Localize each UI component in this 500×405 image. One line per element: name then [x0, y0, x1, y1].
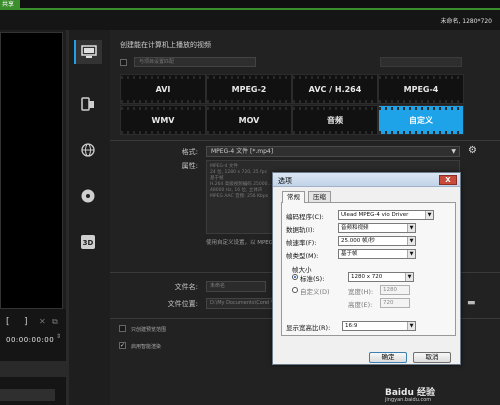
format-label: 格式: — [181, 148, 198, 156]
timecode[interactable]: 00:00:00:00 — [6, 336, 54, 344]
aspect-ratio-select[interactable]: 16:9 ▼ — [342, 321, 416, 331]
watermark-url: jingyan.baidu.com — [385, 397, 432, 403]
encoder-label: 编码程序(C): — [286, 213, 324, 221]
frame-type-select[interactable]: 基于帧 ▼ — [338, 249, 416, 259]
filename-input[interactable]: 未命名 — [206, 281, 266, 292]
tab-general[interactable]: 常规 — [282, 191, 305, 203]
chevron-down-icon: ▼ — [407, 322, 415, 330]
copy-icon[interactable]: ⧉ — [52, 317, 58, 327]
aspect-ratio-value: 16:9 — [345, 323, 358, 329]
project-info: 未命名, 1280*720 — [440, 18, 492, 25]
chevron-down-icon: ▼ — [407, 250, 415, 258]
width-input[interactable]: 1280 — [380, 285, 410, 295]
data-track-label: 数据轨(I): — [286, 226, 315, 234]
frame-type-label: 帧类型(M): — [286, 252, 319, 260]
smart-render-checkbox[interactable]: ✓ — [119, 342, 126, 349]
gear-icon[interactable]: ⚙ — [468, 145, 477, 156]
tab-compression[interactable]: 压缩 — [308, 191, 331, 202]
preview-window — [0, 32, 63, 309]
format-button-selected[interactable]: 自定义 — [378, 105, 464, 135]
chevron-down-icon: ▼ — [407, 224, 415, 232]
chevron-down-icon: ▼ — [405, 273, 413, 281]
cancel-button[interactable]: 取消 — [413, 352, 451, 363]
format-value: MPEG-4 文件 [*.mp4] — [211, 148, 274, 155]
format-button[interactable]: AVC / H.264 — [292, 74, 378, 104]
properties-label: 属性: — [181, 162, 198, 170]
match-checkbox[interactable] — [120, 59, 127, 66]
location-label: 文件位置: — [167, 300, 198, 308]
playback-controls: [ ] ✕ ⧉ 00:00:00:00 ⇕ — [0, 309, 68, 405]
frame-rate-value: 25.000 帧/秒 — [341, 238, 375, 244]
format-button[interactable]: MOV — [206, 105, 292, 135]
app-window: 共享 未命名, 1280*720 [ ] ✕ ⧉ 00:00:00:00 ⇕ 3… — [0, 0, 500, 405]
share-tab[interactable]: 共享 — [0, 0, 20, 10]
match-project-combo[interactable]: 与项目设置匹配 — [134, 57, 256, 67]
custom-settings-note: 使用自定义设置，以 MPEG — [206, 240, 274, 246]
format-button[interactable]: MPEG-2 — [206, 74, 292, 104]
output-type-column: 3D — [70, 36, 106, 276]
filename-label: 文件名: — [174, 283, 198, 291]
frame-rate-label: 帧速率(F): — [286, 239, 317, 247]
options-dialog: 选项 X 常规 压缩 编码程序(C): Ulead MPEG-4 vio Dri… — [272, 172, 461, 365]
ok-button[interactable]: 确定 — [369, 352, 407, 363]
aspect-ratio-label: 显示宽高比(R): — [286, 324, 331, 332]
standard-radio[interactable] — [292, 274, 298, 280]
standard-size-value: 1280 x 720 — [351, 274, 383, 280]
preview-range-label: 只创建预览范围 — [131, 327, 167, 333]
smart-render-label: 启用智能渲染 — [131, 344, 162, 350]
mark-in-button[interactable]: [ — [6, 317, 10, 327]
frame-type-value: 基于帧 — [341, 251, 358, 257]
3d-icon[interactable]: 3D — [74, 230, 102, 254]
panel-title: 创建能在计算机上播放的视频 — [120, 41, 211, 49]
standard-size-select[interactable]: 1280 x 720 ▼ — [348, 272, 414, 282]
format-button[interactable]: MPEG-4 — [378, 74, 464, 104]
top-bar: 共享 — [0, 0, 500, 10]
frame-rate-select[interactable]: 25.000 帧/秒 ▼ — [338, 236, 416, 246]
height-input[interactable]: 720 — [380, 298, 410, 308]
chevron-down-icon: ▼ — [425, 211, 433, 219]
format-button[interactable]: AVI — [120, 74, 206, 104]
divider — [66, 30, 69, 405]
timecode-stepper-icon[interactable]: ⇕ — [56, 333, 61, 340]
custom-label: 自定义(D) — [300, 288, 330, 296]
info-bar: 未命名, 1280*720 — [0, 10, 500, 30]
data-track-select[interactable]: 音频和视频 ▼ — [338, 223, 416, 233]
format-dropdown[interactable]: MPEG-4 文件 [*.mp4] ▼ — [206, 146, 460, 157]
dialog-title: 选项 — [278, 177, 292, 185]
computer-icon[interactable] — [74, 40, 102, 64]
data-track-value: 音频和视频 — [341, 225, 369, 231]
disc-icon[interactable] — [74, 184, 102, 208]
mark-out-button[interactable]: ] — [24, 317, 28, 327]
chevron-down-icon: ▼ — [407, 237, 415, 245]
custom-radio[interactable] — [292, 287, 298, 293]
cut-icon[interactable]: ✕ — [39, 317, 46, 326]
svg-text:3D: 3D — [83, 239, 94, 247]
format-button[interactable]: WMV — [120, 105, 206, 135]
encoder-select[interactable]: Ulead MPEG-4 vio Driver ▼ — [338, 210, 434, 220]
format-grid: AVI MPEG-2 AVC / H.264 MPEG-4 WMV MOV 音频… — [120, 74, 464, 136]
timeline-track — [0, 389, 55, 401]
profile-combo[interactable] — [380, 57, 462, 67]
preview-range-checkbox[interactable] — [119, 325, 126, 332]
divider — [110, 140, 500, 141]
chevron-down-icon: ▼ — [451, 148, 456, 155]
close-button[interactable]: X — [439, 175, 457, 185]
format-button[interactable]: 音频 — [292, 105, 378, 135]
standard-label: 标准(S): — [300, 275, 325, 283]
web-icon[interactable] — [74, 138, 102, 162]
general-tab-body: 编码程序(C): Ulead MPEG-4 vio Driver ▼ 数据轨(I)… — [281, 202, 456, 336]
device-icon[interactable] — [74, 92, 102, 116]
height-label: 高度(E): — [348, 301, 373, 309]
timeline-track — [0, 361, 68, 377]
width-label: 宽度(H): — [348, 288, 374, 296]
folder-icon[interactable]: ▬ — [467, 298, 476, 308]
encoder-value: Ulead MPEG-4 vio Driver — [341, 212, 409, 218]
dialog-titlebar[interactable]: 选项 X — [273, 173, 460, 187]
